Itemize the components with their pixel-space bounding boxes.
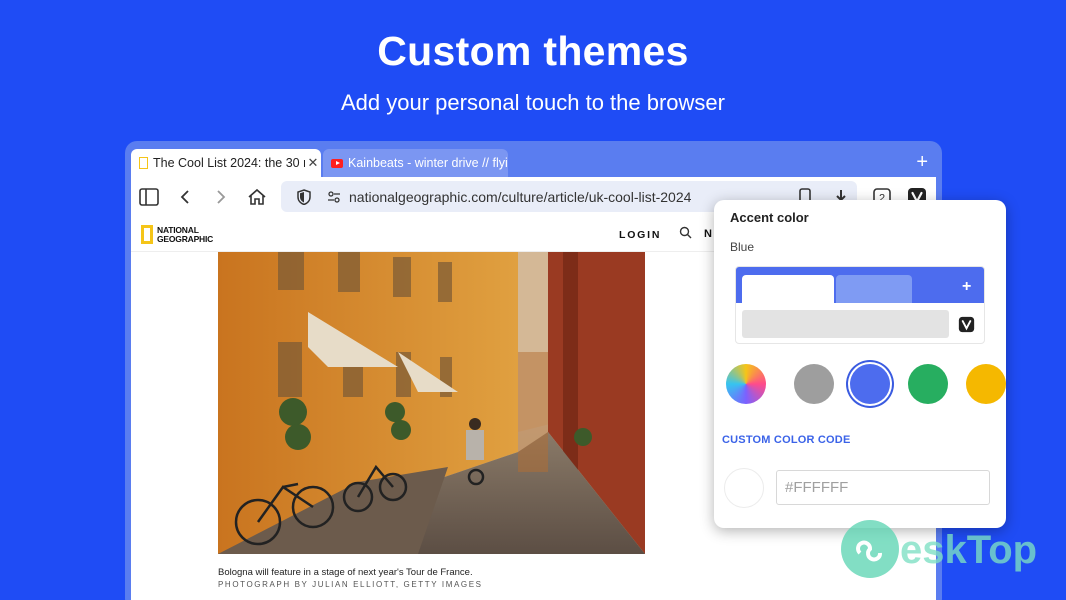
natgeo-logo[interactable]: NATIONAL GEOGRAPHIC [141, 225, 213, 244]
custom-color-input[interactable] [776, 470, 990, 505]
tab-youtube[interactable]: Kainbeats - winter drive // flyin [323, 149, 508, 177]
shield-icon[interactable] [297, 188, 311, 205]
forward-arrow-icon [217, 190, 226, 204]
preview-active-tab [742, 275, 834, 303]
site-settings-icon[interactable] [327, 190, 341, 204]
preview-inactive-tab [836, 275, 912, 303]
back-arrow-icon [180, 190, 189, 204]
natgeo-icon [139, 157, 148, 169]
swatch-gray[interactable] [794, 364, 834, 404]
accent-color-panel: Accent color Blue + CUSTOM COLOR CODE [714, 200, 1006, 528]
hero-title: Custom themes [377, 28, 689, 74]
vivaldi-icon [958, 316, 975, 333]
youtube-icon [331, 158, 343, 168]
desktop-watermark: eskTop [838, 517, 1048, 581]
natgeo-frame-icon [141, 225, 153, 244]
panel-icon [139, 188, 159, 206]
url-text: nationalgeographic.com/culture/article/u… [349, 188, 692, 205]
search-icon[interactable] [679, 226, 692, 244]
custom-color-preview[interactable] [724, 468, 764, 508]
photo-caption: Bologna will feature in a stage of next … [218, 567, 473, 578]
preview-plus-icon: + [962, 278, 972, 295]
tab-bar: The Cool List 2024: the 30 m ✕ Kainbeats… [131, 149, 936, 179]
theme-preview: + [735, 266, 985, 344]
logo-line2: GEOGRAPHIC [157, 233, 214, 244]
home-icon [248, 188, 266, 205]
swatch-green[interactable] [908, 364, 948, 404]
login-link[interactable]: LOGIN [619, 229, 661, 241]
sidebar-toggle-button[interactable] [131, 179, 167, 215]
new-tab-button[interactable]: + [916, 151, 928, 173]
close-icon[interactable]: ✕ [305, 155, 321, 171]
tab-title: Kainbeats - winter drive // flyin [348, 156, 508, 170]
photo-credit: PHOTOGRAPH BY JULIAN ELLIOTT, GETTY IMAG… [218, 580, 483, 589]
selected-color-name: Blue [730, 240, 755, 254]
back-button[interactable] [167, 179, 203, 215]
street-photo-image [218, 252, 645, 554]
article-photo [218, 252, 645, 554]
hero-subtitle: Add your personal touch to the browser [340, 90, 725, 115]
natgeo-wordmark: NATIONAL GEOGRAPHIC [157, 225, 214, 244]
swatch-blue[interactable] [850, 364, 890, 404]
tab-natgeo[interactable]: The Cool List 2024: the 30 m ✕ [131, 149, 321, 177]
panel-title: Accent color [730, 210, 809, 225]
home-button[interactable] [239, 179, 275, 215]
color-swatches [724, 364, 1006, 406]
swatch-gradient[interactable] [726, 364, 766, 404]
watermark-text: eskTop [900, 528, 1037, 572]
swatch-yellow[interactable] [966, 364, 1006, 404]
custom-color-title: CUSTOM COLOR CODE [722, 434, 851, 446]
nav-link-partial[interactable]: N [704, 228, 712, 240]
forward-button[interactable] [203, 179, 239, 215]
tab-title: The Cool List 2024: the 30 m [153, 156, 305, 170]
preview-address-bar [742, 310, 949, 338]
